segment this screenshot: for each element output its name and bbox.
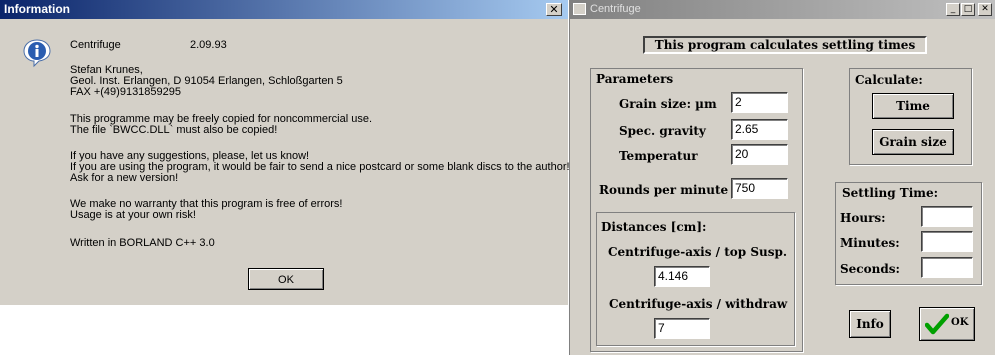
calculate-grain-size-button[interactable]: Grain size [872,129,954,155]
written-in-text: Written in BORLAND C++ 3.0 [70,237,215,249]
top-susp-label: Centrifuge-axis / top Susp. [608,245,788,259]
information-titlebar[interactable]: Information ✕ [0,0,568,19]
info-button[interactable]: Info [849,310,891,338]
copy-notice-line: The file `BWCC.DLL` must also be copied! [70,124,278,136]
close-icon[interactable]: ✕ [978,3,992,16]
author-fax: FAX +(49)9131859295 [70,86,182,98]
maximize-icon[interactable]: □ [961,3,975,16]
centrifuge-title: Centrifuge [590,3,641,15]
temperature-label: Temperatur [619,149,698,163]
seconds-output[interactable] [921,257,973,278]
minutes-label: Minutes: [840,236,900,250]
grain-size-label: Grain size: µm [619,97,717,111]
grain-size-input[interactable]: 2 [731,92,788,113]
temperature-input[interactable]: 20 [731,144,788,165]
top-susp-input[interactable]: 4.146 [654,266,710,287]
minimize-icon[interactable]: _ [946,3,960,16]
spec-gravity-label: Spec. gravity [619,124,706,138]
centrifuge-ok-button[interactable]: OK [919,307,975,341]
system-menu-icon[interactable] [573,3,586,15]
program-banner: This program calculates settling times [643,36,927,54]
ok-label: OK [951,317,969,328]
withdraw-input[interactable]: 7 [654,318,710,339]
warranty-line: Usage is at your own risk! [70,209,196,221]
spec-gravity-input[interactable]: 2.65 [731,119,788,140]
minutes-output[interactable] [921,231,973,252]
app-name: Centrifuge [70,39,121,51]
calculate-heading: Calculate: [855,73,923,87]
information-dialog: Information ✕ Centrifuge 2.09.93 Stefan … [0,0,570,305]
calculate-time-button[interactable]: Time [872,93,954,119]
checkmark-icon [925,313,949,335]
withdraw-label: Centrifuge-axis / withdraw [609,297,788,311]
ok-button[interactable]: OK [248,268,324,290]
info-icon [23,39,51,68]
suggestion-line: Ask for a new version! [70,172,179,184]
close-icon[interactable]: ✕ [546,3,562,16]
hours-output[interactable] [921,206,973,227]
information-title: Information [4,2,70,16]
app-version: 2.09.93 [190,39,227,51]
rpm-label: Rounds per minute [599,183,729,197]
rpm-input[interactable]: 750 [731,178,788,199]
centrifuge-titlebar[interactable]: Centrifuge _ □ ✕ [570,0,995,19]
hours-label: Hours: [840,211,886,225]
parameters-heading: Parameters [596,72,674,86]
seconds-label: Seconds: [840,262,900,276]
settling-time-heading: Settling Time: [842,186,939,200]
centrifuge-window: Centrifuge _ □ ✕ This program calculates… [569,0,995,355]
distances-heading: Distances [cm]: [601,220,707,234]
